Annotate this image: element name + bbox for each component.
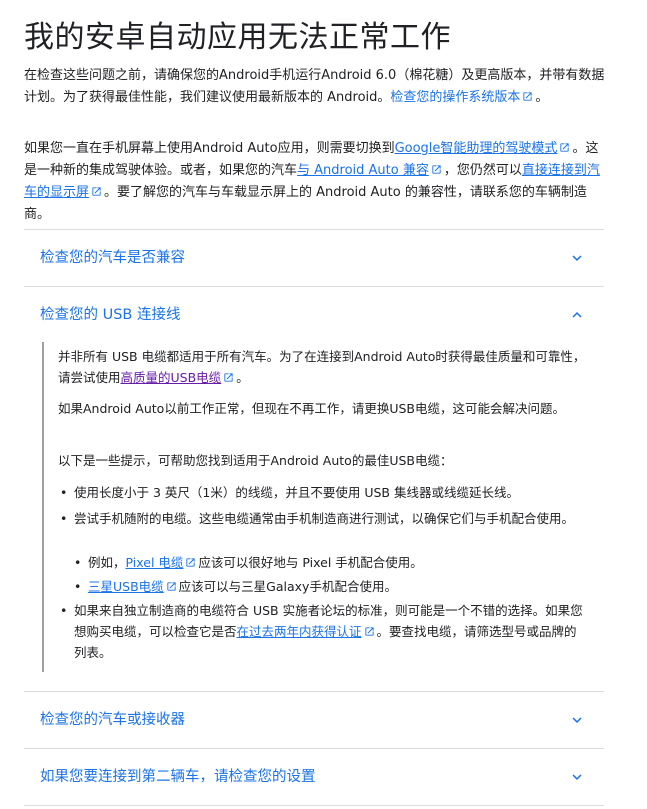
certified-cable-link[interactable]: 在过去两年内获得认证	[237, 624, 362, 639]
intro-paragraph-1: 在检查这些问题之前，请确保您的Android手机运行Android 6.0（棉花…	[24, 65, 609, 109]
usb-panel-paragraph-2: 如果Android Auto以前工作正常，但现在不再工作，请更换USB电缆，这可…	[58, 401, 565, 416]
usb-panel-paragraph-3: 以下是一些提示，可帮助您找到适用于Android Auto的最佳USB电缆：	[58, 453, 453, 468]
samsung-usb-cable-link[interactable]: 三星USB电缆	[88, 579, 164, 594]
accordion-usb-cable[interactable]: 检查您的 USB 连接线	[24, 287, 604, 343]
bullet-glyph: •	[60, 511, 68, 526]
external-link-icon	[522, 91, 533, 102]
external-link-icon	[431, 164, 442, 175]
list-item: • 尝试手机随附的电缆。这些电缆通常由手机制造商进行测试，以确保它们与手机配合使用…	[60, 508, 589, 529]
bullet-text-post: 应该可以很好地与 Pixel 手机配合使用。	[198, 555, 423, 570]
accordion-title: 检查您的汽车或接收器	[40, 712, 185, 728]
list-item: • 三星USB电缆 应该可以与三星Galaxy手机配合使用。	[74, 576, 568, 597]
pixel-cable-link[interactable]: Pixel 电缆	[126, 555, 184, 570]
intro-2-text-1: 如果您一直在手机屏幕上使用Android Auto应用，则需要切换到	[24, 141, 395, 156]
android-auto-compatible-link[interactable]: 与 Android Auto 兼容	[297, 163, 429, 178]
bullet-text: 使用长度小于 3 英尺（1米）的线缆，并且不要使用 USB 集线器或线缆延长线。	[74, 485, 519, 500]
divider	[24, 805, 604, 806]
chevron-down-icon	[568, 711, 586, 729]
intro-2-text-3: ，您仍然可以	[443, 163, 522, 178]
external-link-icon	[91, 186, 102, 197]
bullet-glyph: •	[60, 603, 68, 618]
page-title: 我的安卓自动应用无法正常工作	[24, 20, 451, 55]
intro-1-tail: 。	[535, 90, 549, 105]
accordion-title: 检查您的 USB 连接线	[40, 307, 181, 323]
list-item: • 如果来自独立制造商的电缆符合 USB 实施者论坛的标准，则可能是一个不错的选择…	[60, 600, 589, 663]
bullet-text-post: 应该可以与三星Galaxy手机配合使用。	[178, 579, 397, 594]
usb-p1-tail: 。	[236, 370, 249, 385]
accordion-car-receiver[interactable]: 检查您的汽车或接收器	[24, 692, 604, 748]
list-item: • 例如，Pixel 电缆 应该可以很好地与 Pixel 手机配合使用。	[74, 552, 568, 573]
external-link-icon	[559, 142, 570, 153]
external-link-icon	[364, 626, 375, 637]
driving-mode-link[interactable]: 的驾驶模式	[492, 141, 557, 156]
accordion-car-compatible[interactable]: 检查您的汽车是否兼容	[24, 230, 604, 286]
check-os-version-link[interactable]: 检查您的操作系统版本	[390, 90, 520, 105]
intro-2-text-4: 。要了解您的汽车与车载显示屏上的 Android Auto 的兼容性，请联系您的…	[24, 185, 587, 222]
list-item: • 使用长度小于 3 英尺（1米）的线缆，并且不要使用 USB 集线器或线缆延长线…	[60, 482, 579, 503]
accordion-title: 检查您的汽车是否兼容	[40, 250, 185, 266]
chevron-up-icon	[568, 306, 586, 324]
chevron-down-icon	[568, 249, 586, 267]
bullet-glyph: •	[60, 485, 68, 500]
external-link-icon	[185, 557, 196, 568]
bullet-text: 尝试手机随附的电缆。这些电缆通常由手机制造商进行测试，以确保它们与手机配合使用。	[74, 511, 575, 526]
accordion-second-car[interactable]: 如果您要连接到第二辆车，请检查您的设置	[24, 749, 604, 805]
intro-paragraph-2: 如果您一直在手机屏幕上使用Android Auto应用，则需要切换到Google…	[24, 138, 609, 226]
chevron-down-icon	[568, 768, 586, 786]
external-link-icon	[166, 581, 177, 592]
usb-panel-paragraph-1: 并非所有 USB 电缆都适用于所有汽车。为了在连接到Android Auto时获…	[58, 346, 588, 388]
bullet-text-pre: 例如，	[88, 555, 126, 570]
google-assistant-link[interactable]: Google智能助理	[395, 141, 493, 156]
external-link-icon	[223, 372, 234, 383]
bullet-glyph: •	[74, 555, 82, 570]
usb-cable-panel: 并非所有 USB 电缆都适用于所有汽车。为了在连接到Android Auto时获…	[42, 342, 602, 672]
accordion-title: 如果您要连接到第二辆车，请检查您的设置	[40, 769, 316, 785]
quality-usb-cable-link[interactable]: 高质量的USB电缆	[121, 370, 222, 385]
bullet-glyph: •	[74, 579, 82, 594]
